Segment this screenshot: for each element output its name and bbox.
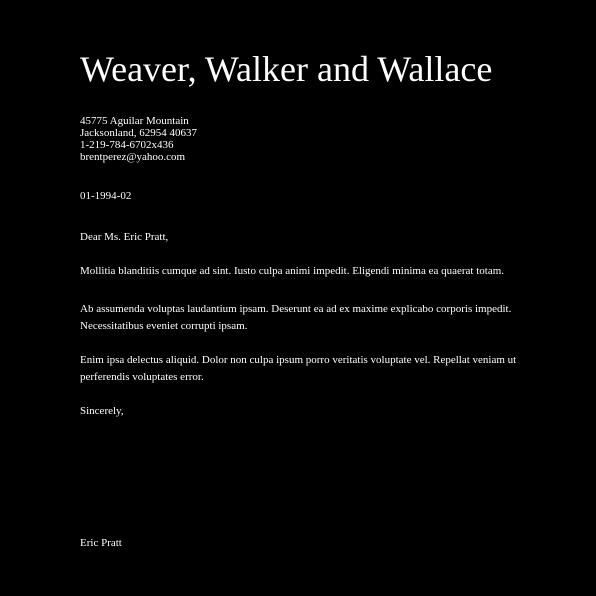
address-phone: 1-219-784-6702x436 [80, 139, 174, 151]
body-paragraph-2: Ab assumenda voluptas laudantium ipsam. … [80, 303, 512, 332]
body-paragraph-3: Enim ipsa delectus aliquid. Dolor non cu… [80, 354, 517, 383]
address-city: Jacksonland, 62954 40637 [80, 127, 198, 139]
closing: Sincerely, [80, 405, 124, 417]
body-paragraph-1: Mollitia blanditiis cumque ad sint. Iust… [80, 265, 505, 277]
salutation: Dear Ms. Eric Pratt, [80, 231, 169, 243]
signature-name: Eric Pratt [80, 537, 122, 549]
address-street: 45775 Aguilar Mountain [80, 115, 189, 127]
company-name: Weaver, Walker and Wallace [80, 49, 493, 89]
letter-date: 01-1994-02 [80, 190, 132, 202]
sender-address-block: 45775 Aguilar Mountain Jacksonland, 6295… [80, 115, 197, 163]
address-email: brentperez@yahoo.com [80, 151, 186, 163]
